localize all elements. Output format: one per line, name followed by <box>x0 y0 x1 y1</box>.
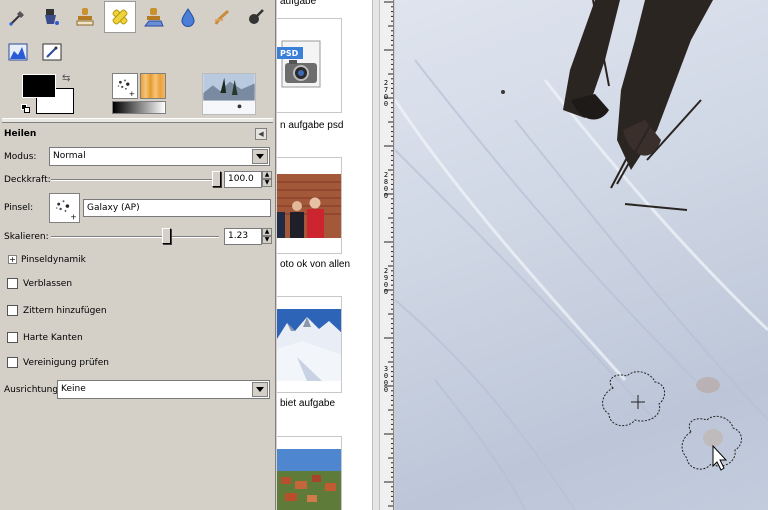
chevron-down-icon <box>252 382 268 397</box>
panel-menu-button[interactable]: ◀ <box>255 128 267 140</box>
file-item[interactable]: PSD <box>277 18 342 113</box>
pencil-edit-icon <box>42 43 62 61</box>
swap-colors-icon[interactable]: ⇆ <box>62 73 70 84</box>
psd-file-icon: PSD <box>277 40 321 88</box>
photo-thumbnail <box>277 174 341 238</box>
reset-colors-icon[interactable] <box>21 104 31 114</box>
gradient-preview[interactable] <box>112 101 166 114</box>
brush-select-button[interactable]: + <box>49 193 80 223</box>
brush-name-field[interactable]: Galaxy (AP) <box>83 199 271 217</box>
tool-edit[interactable] <box>36 36 68 68</box>
ruler-ticks <box>384 1 393 507</box>
photo-thumbnail <box>277 309 341 381</box>
file-item[interactable] <box>277 296 342 393</box>
opacity-label: Deckkraft: <box>4 175 51 185</box>
file-caption[interactable]: n aufgabe psd <box>280 120 343 131</box>
galaxy-brush-icon: + <box>55 200 77 222</box>
galaxy-brush-icon: + <box>117 79 135 98</box>
svg-text:+: + <box>70 213 76 222</box>
clone-stamp-icon <box>76 8 94 26</box>
vertical-ruler: 2700 2800 2900 3000 <box>379 0 394 510</box>
scale-label: Skalieren: <box>4 232 49 242</box>
tool-blur[interactable] <box>172 1 204 33</box>
opacity-slider-handle[interactable] <box>212 171 221 187</box>
tool-perspective-clone[interactable] <box>138 1 170 33</box>
brush-label: Pinsel: <box>4 203 34 213</box>
browser-scrollbar[interactable] <box>372 0 379 510</box>
levels-icon <box>8 43 28 61</box>
scale-slider[interactable] <box>51 236 219 238</box>
sample-merged-label: Vereinigung prüfen <box>23 358 109 368</box>
hard-edge-checkbox[interactable] <box>7 332 18 343</box>
tool-heal[interactable] <box>104 1 136 33</box>
tool-clone[interactable] <box>69 1 101 33</box>
psd-badge: PSD <box>280 49 299 58</box>
sample-merged-checkbox[interactable] <box>7 357 18 368</box>
opacity-input[interactable]: 100.0 <box>224 171 262 188</box>
jitter-checkbox[interactable] <box>7 305 18 316</box>
file-caption[interactable]: aufgabe <box>280 0 316 7</box>
file-caption[interactable]: biet aufgabe <box>280 398 335 409</box>
tool-smudge[interactable] <box>206 1 238 33</box>
active-image-preview[interactable] <box>202 73 256 115</box>
perspective-clone-icon <box>143 8 164 27</box>
brush-dynamics-expander[interactable]: Pinseldynamik <box>21 255 86 265</box>
photo-thumbnail <box>277 449 341 510</box>
scale-input[interactable]: 1.23 <box>224 228 262 245</box>
panel-divider <box>2 118 273 123</box>
heal-icon <box>112 9 128 25</box>
opacity-spinner[interactable]: ▲ ▼ <box>262 171 272 188</box>
pattern-preview[interactable] <box>140 73 166 99</box>
mode-label: Modus: <box>4 152 37 162</box>
file-browser: aufgabe PSD n aufgabe psd oto ok von all… <box>277 0 372 510</box>
mode-select[interactable]: Normal <box>49 147 270 166</box>
color-picker-icon <box>9 11 24 26</box>
smudge-icon <box>214 9 230 25</box>
mode-value: Normal <box>53 151 86 161</box>
snow-image <box>395 0 768 510</box>
ruler-label: 2900 <box>383 267 389 296</box>
file-item[interactable] <box>277 436 342 510</box>
tool-dodge-burn[interactable] <box>240 1 272 33</box>
dodge-burn-icon <box>249 9 264 24</box>
toolbox-panel: ⇆ + Heilen ◀ Modus: Normal Deckkraft: 10… <box>0 0 276 510</box>
fade-label: Verblassen <box>23 279 73 289</box>
alignment-select[interactable]: Keine <box>57 380 270 399</box>
image-thumbnail <box>203 74 255 114</box>
tool-options-title: Heilen <box>4 129 37 139</box>
alignment-label: Ausrichtung: <box>4 385 62 395</box>
alignment-value: Keine <box>61 384 86 394</box>
svg-text:+: + <box>129 89 135 98</box>
file-caption[interactable]: oto ok von allen <box>280 259 350 270</box>
cursor-icon <box>712 444 728 471</box>
chevron-down-icon <box>252 149 268 164</box>
expand-icon[interactable]: + <box>8 255 17 264</box>
brush-preview[interactable]: + <box>112 73 138 99</box>
ruler-label: 2800 <box>383 171 389 200</box>
jitter-label: Zittern hinzufügen <box>23 306 107 316</box>
blur-icon <box>181 8 195 27</box>
tool-bucket-fill[interactable] <box>35 1 67 33</box>
bucket-fill-icon <box>45 9 59 25</box>
image-canvas[interactable] <box>395 0 768 510</box>
ruler-label: 3000 <box>383 365 389 394</box>
tool-color-picker[interactable] <box>2 1 34 33</box>
ruler-label: 2700 <box>383 79 389 108</box>
opacity-slider[interactable] <box>51 179 221 181</box>
foreground-color-swatch[interactable] <box>22 74 56 98</box>
fade-checkbox[interactable] <box>7 278 18 289</box>
scale-slider-handle[interactable] <box>162 228 171 244</box>
scale-spinner[interactable]: ▲ ▼ <box>262 228 272 245</box>
file-item[interactable] <box>277 157 342 254</box>
hard-edge-label: Harte Kanten <box>23 333 83 343</box>
tool-levels[interactable] <box>2 36 34 68</box>
